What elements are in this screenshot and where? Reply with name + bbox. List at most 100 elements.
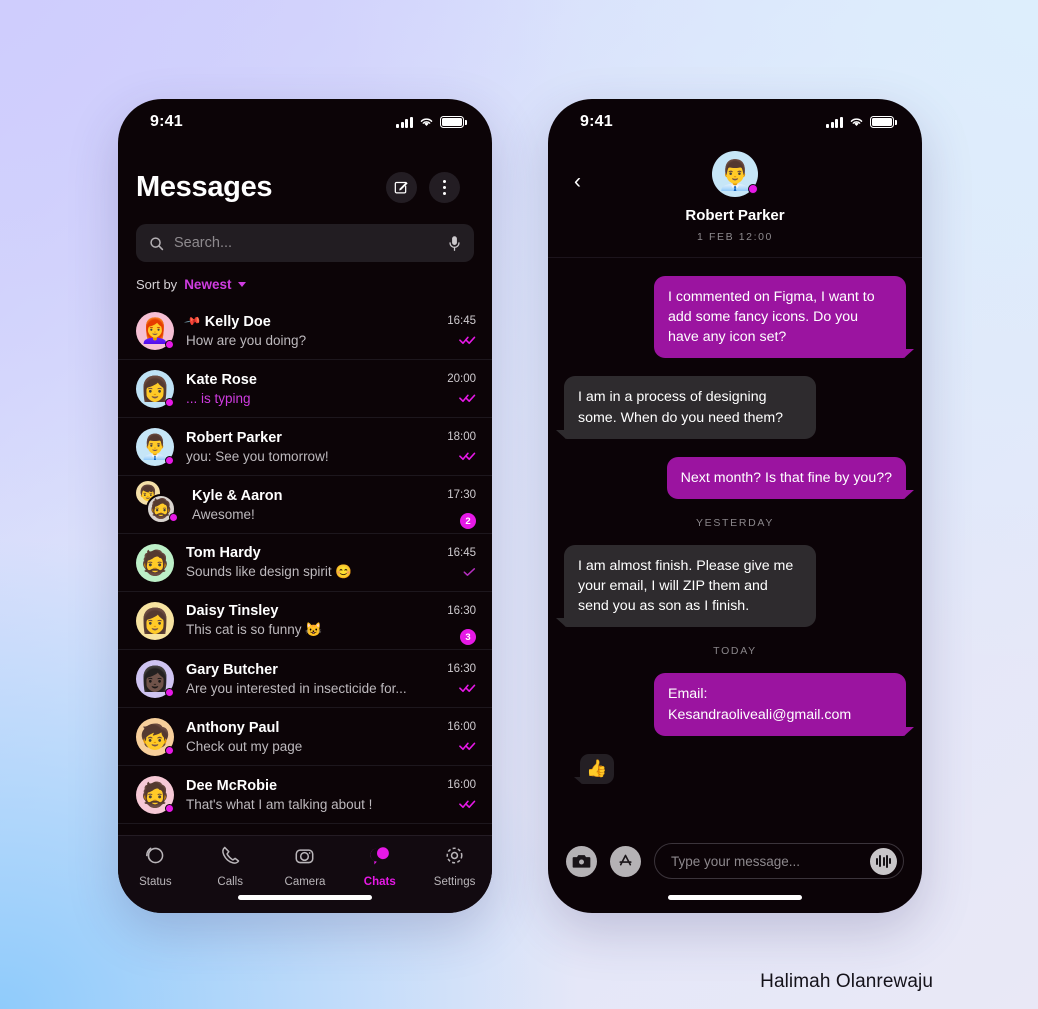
thumbs-up-reaction-icon[interactable]: 👍 (574, 753, 614, 784)
chat-timestamp: 16:30 (447, 605, 476, 617)
wifi-icon (420, 118, 433, 127)
contact-name: Tom Hardy (186, 545, 261, 561)
contact-name: Robert Parker (685, 207, 785, 224)
status-icons (396, 116, 467, 128)
tab-status[interactable]: Status (122, 845, 188, 888)
camera-icon (294, 845, 315, 871)
chat-list-item[interactable]: 👦 🧔 Kyle & Aaron Awesome! 17:30 2 (118, 476, 492, 534)
app-store-icon (619, 854, 632, 866)
compose-button[interactable] (386, 172, 417, 203)
incoming-message-bubble[interactable]: I am almost finish. Please give me your … (556, 544, 816, 628)
contact-avatar: 🧒 (136, 717, 174, 756)
chat-list-item[interactable]: 👩 Kate Rose ... is typing 20:00 (118, 360, 492, 418)
tab-camera[interactable]: Camera (272, 845, 338, 888)
search-placeholder: Search... (174, 235, 233, 251)
back-button[interactable]: ‹ (574, 171, 581, 192)
chat-list-item[interactable]: 🧔 Dee McRobie That's what I am talking abo… (118, 766, 492, 824)
message-preview: This cat is so funny 😺 (186, 622, 323, 637)
chat-name-line: 📌 Kelly Doe (183, 313, 410, 331)
contact-name: Anthony Paul (186, 719, 280, 736)
chat-status (422, 799, 476, 810)
online-status-dot (165, 455, 174, 465)
chat-timestamp: 18:00 (447, 431, 476, 443)
chat-status (422, 451, 476, 462)
chat-name-line: Daisy Tinsley (186, 603, 410, 619)
chat-name-line: Tom Hardy (186, 545, 410, 561)
contact-avatar: 🧔 (136, 543, 174, 582)
chat-list-item[interactable]: 👩🏿 Gary Butcher Are you interested in inse… (118, 650, 492, 708)
phone-conversation: 9:41 ‹ 👨‍💼 Robert Parker 1 FEB 12:00 I c… (548, 99, 922, 913)
chat-meta: 16:00 (422, 721, 476, 752)
search-input[interactable]: Search... (136, 224, 474, 262)
outgoing-message-bubble[interactable]: Next month? Is that fine by you?? (666, 456, 915, 500)
camera-button[interactable] (566, 845, 597, 877)
contact-name: Robert Parker (186, 429, 282, 446)
chat-status: 2 (422, 509, 476, 529)
voice-waveform-icon[interactable] (870, 847, 897, 875)
battery-full-icon (440, 116, 467, 128)
chat-meta: 16:30 (422, 663, 476, 694)
pin-icon: 📌 (183, 313, 202, 331)
gear-icon (444, 845, 465, 871)
tab-chats[interactable]: Chats (347, 845, 413, 888)
chat-name-line: Dee McRobie (186, 778, 410, 794)
contact-avatar[interactable]: 👨‍💼 (712, 151, 758, 197)
tab-settings[interactable]: Settings (422, 845, 488, 888)
chat-name-line: Kyle & Aaron (192, 488, 410, 504)
unread-count-badge: 2 (460, 513, 476, 529)
chat-timestamp: 16:30 (447, 663, 476, 675)
outgoing-message-bubble[interactable]: I commented on Figma, I want to add some… (654, 276, 914, 359)
wifi-icon (850, 118, 863, 127)
chat-bubbles-icon (368, 845, 391, 871)
app-store-button[interactable] (610, 845, 641, 877)
outgoing-message-bubble[interactable]: Email: Kesandraoliveali@gmail.com (654, 673, 914, 737)
chat-list-item[interactable]: 🧒 Anthony Paul Check out my page 16:00 (118, 708, 492, 766)
message-input[interactable]: Type your message... (654, 843, 904, 879)
avatar: 🧔 (136, 543, 174, 582)
read-receipt-double-check-icon (459, 800, 476, 809)
sort-control[interactable]: Sort by Newest (118, 262, 492, 302)
chat-text-block: Tom Hardy Sounds like design spirit 😊 (186, 545, 410, 580)
conversation-timestamp: 1 FEB 12:00 (697, 231, 773, 243)
camera-icon (572, 855, 591, 868)
chat-text-block: 📌 Kelly Doe How are you doing? (183, 313, 410, 348)
contact-name: Gary Butcher (186, 661, 278, 678)
tab-calls[interactable]: Calls (197, 845, 263, 888)
chat-meta: 16:45 (422, 547, 476, 578)
message-row: Next month? Is that fine by you?? (564, 456, 915, 500)
phone-icon (220, 845, 241, 871)
chat-meta: 16:30 3 (422, 605, 476, 645)
chat-list-item[interactable]: 👩 Daisy Tinsley This cat is so funny 😺 16:3… (118, 592, 492, 650)
chat-text-block: Gary Butcher Are you interested in insect… (186, 662, 410, 696)
status-time: 9:41 (580, 113, 613, 130)
header-actions (386, 172, 460, 203)
chat-list-item[interactable]: 👩‍🦰 📌 Kelly Doe How are you doing? 16:45 (118, 302, 492, 360)
contact-avatar: 👩🏿 (136, 659, 174, 698)
phone-messages-list: 9:41 Messages Search... Sort by Newest 👩… (118, 99, 492, 913)
message-preview: Check out my page (186, 738, 303, 754)
group-avatar: 👦 🧔 (136, 480, 180, 524)
more-options-button[interactable] (429, 172, 460, 203)
chat-list-item[interactable]: 🧔 Tom Hardy Sounds like design spirit 😊 16:… (118, 534, 492, 592)
chat-timestamp: 17:30 (447, 489, 476, 501)
bottom-tab-bar: Status Calls Camera Chats Settings (118, 835, 492, 913)
chat-status (422, 567, 476, 578)
incoming-message-bubble[interactable]: I am in a process of designing some. Whe… (556, 376, 816, 440)
author-credit: Halimah Olanrewaju (760, 971, 933, 992)
online-status-dot (748, 184, 758, 194)
message-row: I am in a process of designing some. Whe… (556, 376, 906, 440)
chat-status: 3 (422, 625, 476, 645)
microphone-icon[interactable] (448, 235, 461, 252)
contact-name: Kyle & Aaron (192, 487, 283, 504)
contact-avatar: 👩 (136, 369, 174, 408)
tab-label: Settings (433, 876, 476, 888)
chat-text-block: Robert Parker you: See you tomorrow! (186, 430, 410, 464)
battery-full-icon (870, 116, 897, 128)
home-indicator (668, 895, 802, 900)
message-row: I commented on Figma, I want to add some… (564, 276, 914, 359)
message-preview: How are you doing? (186, 332, 307, 348)
message-preview: ... is typing (186, 390, 251, 406)
messages-header: Messages (118, 145, 492, 204)
message-placeholder: Type your message... (671, 853, 801, 869)
chat-list-item[interactable]: 👨‍💼 Robert Parker you: See you tomorrow! 18… (118, 418, 492, 476)
